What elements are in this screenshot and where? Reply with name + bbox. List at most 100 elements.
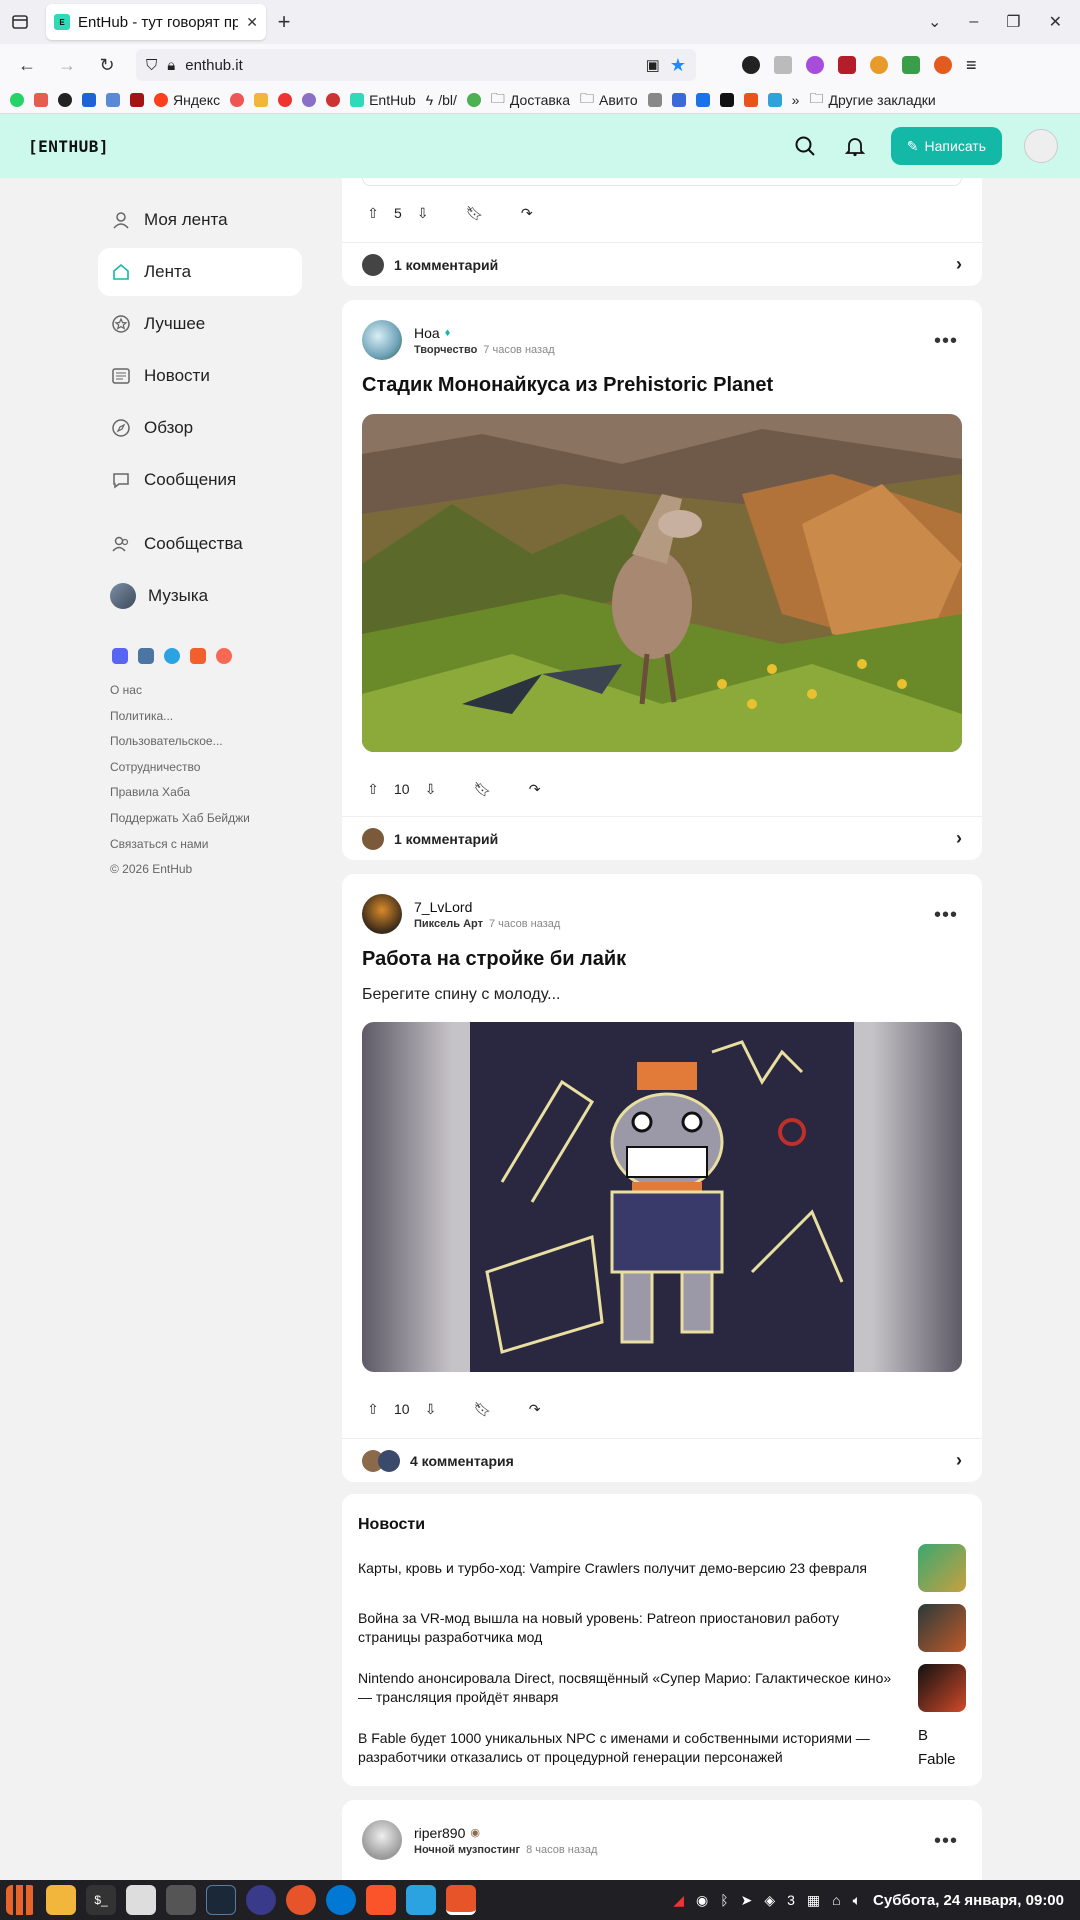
post-image[interactable] (362, 414, 962, 752)
author-name[interactable]: Ноа (414, 325, 440, 341)
comments-row[interactable]: 4 комментария › (342, 1438, 982, 1482)
upvote-icon[interactable]: ⇧ (362, 778, 384, 800)
telegram-icon[interactable] (406, 1885, 436, 1915)
firefox-icon[interactable] (446, 1885, 476, 1915)
extension-purple-icon[interactable] (806, 56, 824, 74)
write-post-button[interactable]: ✎ Написать (890, 127, 1002, 165)
bluetooth-icon[interactable]: ᛒ (720, 1892, 728, 1908)
footer-link-policy[interactable]: Политика... (110, 704, 302, 730)
calculator-icon[interactable] (166, 1885, 196, 1915)
author-name[interactable]: riper890 (414, 1825, 465, 1841)
bookmark-icon[interactable] (743, 92, 758, 107)
footer-link-support[interactable]: Поддержать Хаб (110, 811, 203, 825)
news-item[interactable]: Война за VR-мод вышла на новый уровень: … (358, 1604, 966, 1652)
boosty-icon[interactable] (190, 648, 206, 664)
bookmark-icon[interactable] (326, 92, 341, 107)
post-image[interactable] (362, 1022, 962, 1372)
sidebar-item-messages[interactable]: Сообщения (98, 456, 302, 504)
back-icon[interactable]: ← (10, 48, 44, 82)
sidebar-item-my-feed[interactable]: Моя лента (98, 196, 302, 244)
search-icon[interactable] (791, 132, 819, 160)
reader-mode-icon[interactable]: ▣ (646, 56, 660, 74)
site-logo[interactable]: [ENTHUB] (28, 137, 109, 156)
discord-tray-icon[interactable]: ◈ (764, 1892, 775, 1909)
author-avatar[interactable] (362, 320, 402, 360)
bookmark-icon[interactable]: 🔖︎ (472, 1398, 494, 1420)
bookmark-icon[interactable] (671, 92, 686, 107)
bookmark-icon[interactable] (719, 92, 734, 107)
files-icon[interactable] (46, 1885, 76, 1915)
more-bookmarks-icon[interactable]: » (792, 92, 800, 108)
forward-icon[interactable]: → (50, 48, 84, 82)
bookmark-icon[interactable] (230, 92, 245, 107)
url-bar[interactable]: ⛉ 🔒︎ enthub.it ▣ ★ (136, 49, 696, 81)
news-item[interactable]: Карты, кровь и турбо-ход: Vampire Crawle… (358, 1544, 966, 1592)
close-window-icon[interactable]: ✕ (1049, 12, 1062, 32)
extension-duck-icon[interactable] (934, 56, 952, 74)
media-player-icon[interactable] (246, 1885, 276, 1915)
volume-icon[interactable]: 🔈︎ (853, 1892, 861, 1909)
share-icon[interactable]: ↷ (524, 1398, 546, 1420)
bookmark-folder-avito[interactable]: 🗀 Авито (580, 88, 638, 112)
sidebar-item-communities[interactable]: Сообщества (98, 520, 302, 568)
author-name[interactable]: 7_LvLord (414, 899, 560, 915)
bookmark-star-icon[interactable]: ★ (670, 55, 686, 76)
bookmark-folder-other[interactable]: 🗀 Другие закладки (809, 88, 935, 112)
footer-link-about[interactable]: О нас (110, 678, 302, 704)
comments-row[interactable]: 1 комментарий › (342, 816, 982, 860)
steam-icon[interactable] (206, 1885, 236, 1915)
menu-icon[interactable]: ≡ (966, 55, 977, 76)
sidebar-item-overview[interactable]: Обзор (98, 404, 302, 452)
author-avatar[interactable] (362, 1820, 402, 1860)
post-title[interactable]: Работа на стройке би лайк (362, 948, 626, 971)
share-icon[interactable]: ↷ (516, 202, 538, 224)
upvote-icon[interactable]: ⇧ (362, 1398, 384, 1420)
discord-icon[interactable] (112, 648, 128, 664)
hub-name[interactable]: Ночной музпостинг (414, 1844, 520, 1856)
tab-dropdown-icon[interactable]: ⌄ (928, 12, 941, 32)
sidebar-item-best[interactable]: Лучшее (98, 300, 302, 348)
hub-name[interactable]: Творчество (414, 344, 477, 356)
location-icon[interactable] (278, 92, 293, 107)
tab-list-icon[interactable] (0, 0, 40, 44)
bookmark-icon[interactable]: 🔖︎ (472, 778, 494, 800)
lock-icon[interactable]: 🔒︎ (167, 57, 175, 74)
telegram-tray-icon[interactable]: ➤ (741, 1892, 753, 1909)
footer-link-contact[interactable]: Связаться с нами (110, 832, 302, 858)
sidebar-item-news[interactable]: Новости (98, 352, 302, 400)
apps-icon[interactable] (34, 92, 48, 107)
minimize-icon[interactable]: – (969, 13, 978, 31)
terminal-icon[interactable]: $_ (86, 1885, 116, 1915)
upvote-icon[interactable]: ⇧ (362, 202, 384, 224)
bookmark-icon[interactable]: 🔖︎ (464, 202, 486, 224)
app-menu-icon[interactable] (6, 1885, 36, 1915)
skype-icon[interactable] (326, 1885, 356, 1915)
footer-link-badges[interactable]: Бейджи (207, 811, 250, 825)
downvote-icon[interactable]: ⇩ (412, 202, 434, 224)
more-options-icon[interactable]: ••• (934, 904, 958, 927)
new-tab-button[interactable]: + (266, 9, 302, 35)
close-tab-icon[interactable]: ✕ (246, 14, 258, 31)
clock[interactable]: Суббота, 24 января, 09:00 (873, 1892, 1064, 1909)
network-icon[interactable]: ⌂ (832, 1892, 840, 1908)
author-avatar[interactable] (362, 894, 402, 934)
downvote-icon[interactable]: ⇩ (420, 1398, 442, 1420)
footer-link-terms[interactable]: Пользовательское... (110, 729, 302, 755)
brave-icon[interactable] (366, 1885, 396, 1915)
bell-icon[interactable] (841, 132, 869, 160)
bookmark-icon[interactable] (302, 92, 317, 107)
extension-green-icon[interactable] (902, 56, 920, 74)
downvote-icon[interactable]: ⇩ (420, 778, 442, 800)
workspace-indicator[interactable]: 3 (787, 1892, 795, 1908)
sidebar-item-feed[interactable]: Лента (98, 248, 302, 296)
bookmark-icon[interactable] (82, 92, 96, 107)
hub-name[interactable]: Пиксель Арт (414, 918, 483, 930)
extension-e-icon[interactable] (742, 56, 760, 74)
bookmark-icon[interactable] (106, 92, 120, 107)
user-avatar[interactable] (1024, 129, 1058, 163)
bookmark-icon[interactable] (767, 92, 782, 107)
app-icon[interactable] (286, 1885, 316, 1915)
share-icon[interactable]: ↷ (524, 778, 546, 800)
shield-icon[interactable]: ⛉ (146, 57, 157, 74)
bookmark-icon[interactable] (466, 92, 481, 107)
